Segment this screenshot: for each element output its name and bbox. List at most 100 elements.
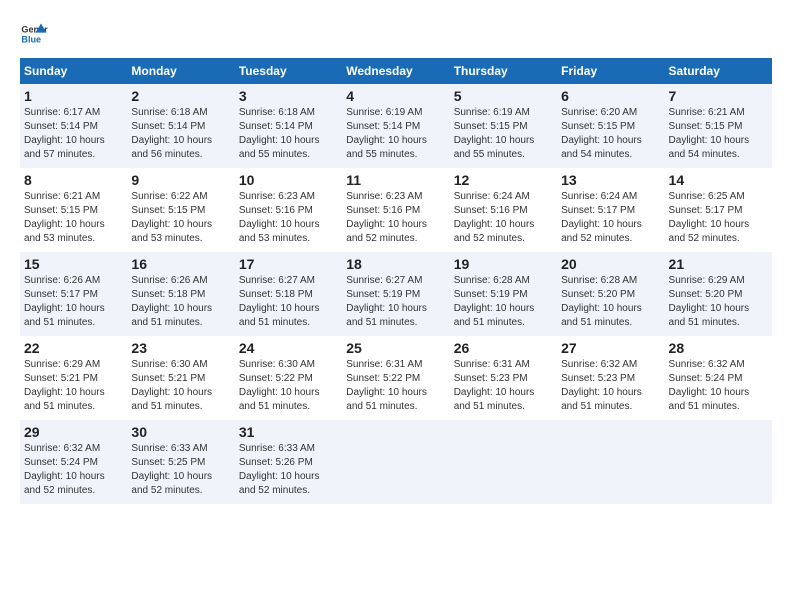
calendar-cell: 13 Sunrise: 6:24 AM Sunset: 5:17 PM Dayl… xyxy=(557,168,664,252)
day-info: Sunrise: 6:23 AM Sunset: 5:16 PM Dayligh… xyxy=(346,190,445,246)
day-number: 17 xyxy=(239,256,338,272)
day-info: Sunrise: 6:32 AM Sunset: 5:24 PM Dayligh… xyxy=(24,442,123,498)
day-number: 9 xyxy=(131,172,230,188)
day-number: 6 xyxy=(561,88,660,104)
calendar-cell: 30 Sunrise: 6:33 AM Sunset: 5:25 PM Dayl… xyxy=(127,420,234,504)
day-number: 25 xyxy=(346,340,445,356)
day-number: 22 xyxy=(24,340,123,356)
day-number: 10 xyxy=(239,172,338,188)
day-number: 2 xyxy=(131,88,230,104)
header: General Blue xyxy=(20,20,772,48)
day-info: Sunrise: 6:33 AM Sunset: 5:26 PM Dayligh… xyxy=(239,442,338,498)
calendar-cell: 24 Sunrise: 6:30 AM Sunset: 5:22 PM Dayl… xyxy=(235,336,342,420)
day-number: 8 xyxy=(24,172,123,188)
day-info: Sunrise: 6:31 AM Sunset: 5:23 PM Dayligh… xyxy=(454,358,553,414)
calendar-cell: 18 Sunrise: 6:27 AM Sunset: 5:19 PM Dayl… xyxy=(342,252,449,336)
calendar-cell: 21 Sunrise: 6:29 AM Sunset: 5:20 PM Dayl… xyxy=(665,252,772,336)
day-number: 30 xyxy=(131,424,230,440)
calendar-cell: 31 Sunrise: 6:33 AM Sunset: 5:26 PM Dayl… xyxy=(235,420,342,504)
svg-text:Blue: Blue xyxy=(21,34,41,44)
day-number: 7 xyxy=(669,88,768,104)
week-row-5: 29 Sunrise: 6:32 AM Sunset: 5:24 PM Dayl… xyxy=(20,420,772,504)
day-number: 11 xyxy=(346,172,445,188)
day-info: Sunrise: 6:27 AM Sunset: 5:18 PM Dayligh… xyxy=(239,274,338,330)
day-number: 13 xyxy=(561,172,660,188)
day-info: Sunrise: 6:24 AM Sunset: 5:17 PM Dayligh… xyxy=(561,190,660,246)
weekday-header-wednesday: Wednesday xyxy=(342,58,449,84)
calendar-cell: 11 Sunrise: 6:23 AM Sunset: 5:16 PM Dayl… xyxy=(342,168,449,252)
day-info: Sunrise: 6:22 AM Sunset: 5:15 PM Dayligh… xyxy=(131,190,230,246)
day-info: Sunrise: 6:28 AM Sunset: 5:19 PM Dayligh… xyxy=(454,274,553,330)
weekday-header-saturday: Saturday xyxy=(665,58,772,84)
day-number: 1 xyxy=(24,88,123,104)
calendar-cell: 14 Sunrise: 6:25 AM Sunset: 5:17 PM Dayl… xyxy=(665,168,772,252)
calendar-cell: 5 Sunrise: 6:19 AM Sunset: 5:15 PM Dayli… xyxy=(450,84,557,168)
weekday-header-tuesday: Tuesday xyxy=(235,58,342,84)
day-number: 12 xyxy=(454,172,553,188)
day-info: Sunrise: 6:24 AM Sunset: 5:16 PM Dayligh… xyxy=(454,190,553,246)
day-info: Sunrise: 6:21 AM Sunset: 5:15 PM Dayligh… xyxy=(669,106,768,162)
day-info: Sunrise: 6:19 AM Sunset: 5:14 PM Dayligh… xyxy=(346,106,445,162)
week-row-4: 22 Sunrise: 6:29 AM Sunset: 5:21 PM Dayl… xyxy=(20,336,772,420)
day-info: Sunrise: 6:26 AM Sunset: 5:17 PM Dayligh… xyxy=(24,274,123,330)
day-info: Sunrise: 6:32 AM Sunset: 5:24 PM Dayligh… xyxy=(669,358,768,414)
day-number: 31 xyxy=(239,424,338,440)
day-info: Sunrise: 6:18 AM Sunset: 5:14 PM Dayligh… xyxy=(239,106,338,162)
day-info: Sunrise: 6:30 AM Sunset: 5:22 PM Dayligh… xyxy=(239,358,338,414)
day-number: 4 xyxy=(346,88,445,104)
calendar-table: SundayMondayTuesdayWednesdayThursdayFrid… xyxy=(20,58,772,504)
day-number: 15 xyxy=(24,256,123,272)
calendar-cell: 29 Sunrise: 6:32 AM Sunset: 5:24 PM Dayl… xyxy=(20,420,127,504)
calendar-cell: 9 Sunrise: 6:22 AM Sunset: 5:15 PM Dayli… xyxy=(127,168,234,252)
day-number: 29 xyxy=(24,424,123,440)
calendar-cell: 12 Sunrise: 6:24 AM Sunset: 5:16 PM Dayl… xyxy=(450,168,557,252)
calendar-cell: 22 Sunrise: 6:29 AM Sunset: 5:21 PM Dayl… xyxy=(20,336,127,420)
day-number: 5 xyxy=(454,88,553,104)
calendar-cell: 26 Sunrise: 6:31 AM Sunset: 5:23 PM Dayl… xyxy=(450,336,557,420)
week-row-1: 1 Sunrise: 6:17 AM Sunset: 5:14 PM Dayli… xyxy=(20,84,772,168)
calendar-cell xyxy=(450,420,557,504)
day-number: 19 xyxy=(454,256,553,272)
calendar-cell: 8 Sunrise: 6:21 AM Sunset: 5:15 PM Dayli… xyxy=(20,168,127,252)
day-info: Sunrise: 6:31 AM Sunset: 5:22 PM Dayligh… xyxy=(346,358,445,414)
day-number: 28 xyxy=(669,340,768,356)
day-info: Sunrise: 6:33 AM Sunset: 5:25 PM Dayligh… xyxy=(131,442,230,498)
day-number: 20 xyxy=(561,256,660,272)
week-row-2: 8 Sunrise: 6:21 AM Sunset: 5:15 PM Dayli… xyxy=(20,168,772,252)
logo: General Blue xyxy=(20,20,48,48)
calendar-cell: 19 Sunrise: 6:28 AM Sunset: 5:19 PM Dayl… xyxy=(450,252,557,336)
weekday-header-monday: Monday xyxy=(127,58,234,84)
day-info: Sunrise: 6:29 AM Sunset: 5:21 PM Dayligh… xyxy=(24,358,123,414)
week-row-3: 15 Sunrise: 6:26 AM Sunset: 5:17 PM Dayl… xyxy=(20,252,772,336)
day-number: 3 xyxy=(239,88,338,104)
calendar-cell: 10 Sunrise: 6:23 AM Sunset: 5:16 PM Dayl… xyxy=(235,168,342,252)
calendar-cell xyxy=(557,420,664,504)
day-info: Sunrise: 6:27 AM Sunset: 5:19 PM Dayligh… xyxy=(346,274,445,330)
weekday-header-sunday: Sunday xyxy=(20,58,127,84)
day-number: 24 xyxy=(239,340,338,356)
logo-icon: General Blue xyxy=(20,20,48,48)
calendar-cell: 16 Sunrise: 6:26 AM Sunset: 5:18 PM Dayl… xyxy=(127,252,234,336)
calendar-cell: 17 Sunrise: 6:27 AM Sunset: 5:18 PM Dayl… xyxy=(235,252,342,336)
calendar-cell: 15 Sunrise: 6:26 AM Sunset: 5:17 PM Dayl… xyxy=(20,252,127,336)
day-info: Sunrise: 6:20 AM Sunset: 5:15 PM Dayligh… xyxy=(561,106,660,162)
day-number: 26 xyxy=(454,340,553,356)
day-info: Sunrise: 6:18 AM Sunset: 5:14 PM Dayligh… xyxy=(131,106,230,162)
day-info: Sunrise: 6:21 AM Sunset: 5:15 PM Dayligh… xyxy=(24,190,123,246)
calendar-cell: 20 Sunrise: 6:28 AM Sunset: 5:20 PM Dayl… xyxy=(557,252,664,336)
day-number: 14 xyxy=(669,172,768,188)
calendar-cell: 7 Sunrise: 6:21 AM Sunset: 5:15 PM Dayli… xyxy=(665,84,772,168)
calendar-cell: 2 Sunrise: 6:18 AM Sunset: 5:14 PM Dayli… xyxy=(127,84,234,168)
weekday-header-friday: Friday xyxy=(557,58,664,84)
day-number: 16 xyxy=(131,256,230,272)
calendar-cell xyxy=(665,420,772,504)
day-info: Sunrise: 6:23 AM Sunset: 5:16 PM Dayligh… xyxy=(239,190,338,246)
calendar-cell: 28 Sunrise: 6:32 AM Sunset: 5:24 PM Dayl… xyxy=(665,336,772,420)
day-info: Sunrise: 6:29 AM Sunset: 5:20 PM Dayligh… xyxy=(669,274,768,330)
day-number: 18 xyxy=(346,256,445,272)
day-info: Sunrise: 6:30 AM Sunset: 5:21 PM Dayligh… xyxy=(131,358,230,414)
calendar-cell: 23 Sunrise: 6:30 AM Sunset: 5:21 PM Dayl… xyxy=(127,336,234,420)
day-number: 23 xyxy=(131,340,230,356)
weekday-header-thursday: Thursday xyxy=(450,58,557,84)
day-number: 21 xyxy=(669,256,768,272)
